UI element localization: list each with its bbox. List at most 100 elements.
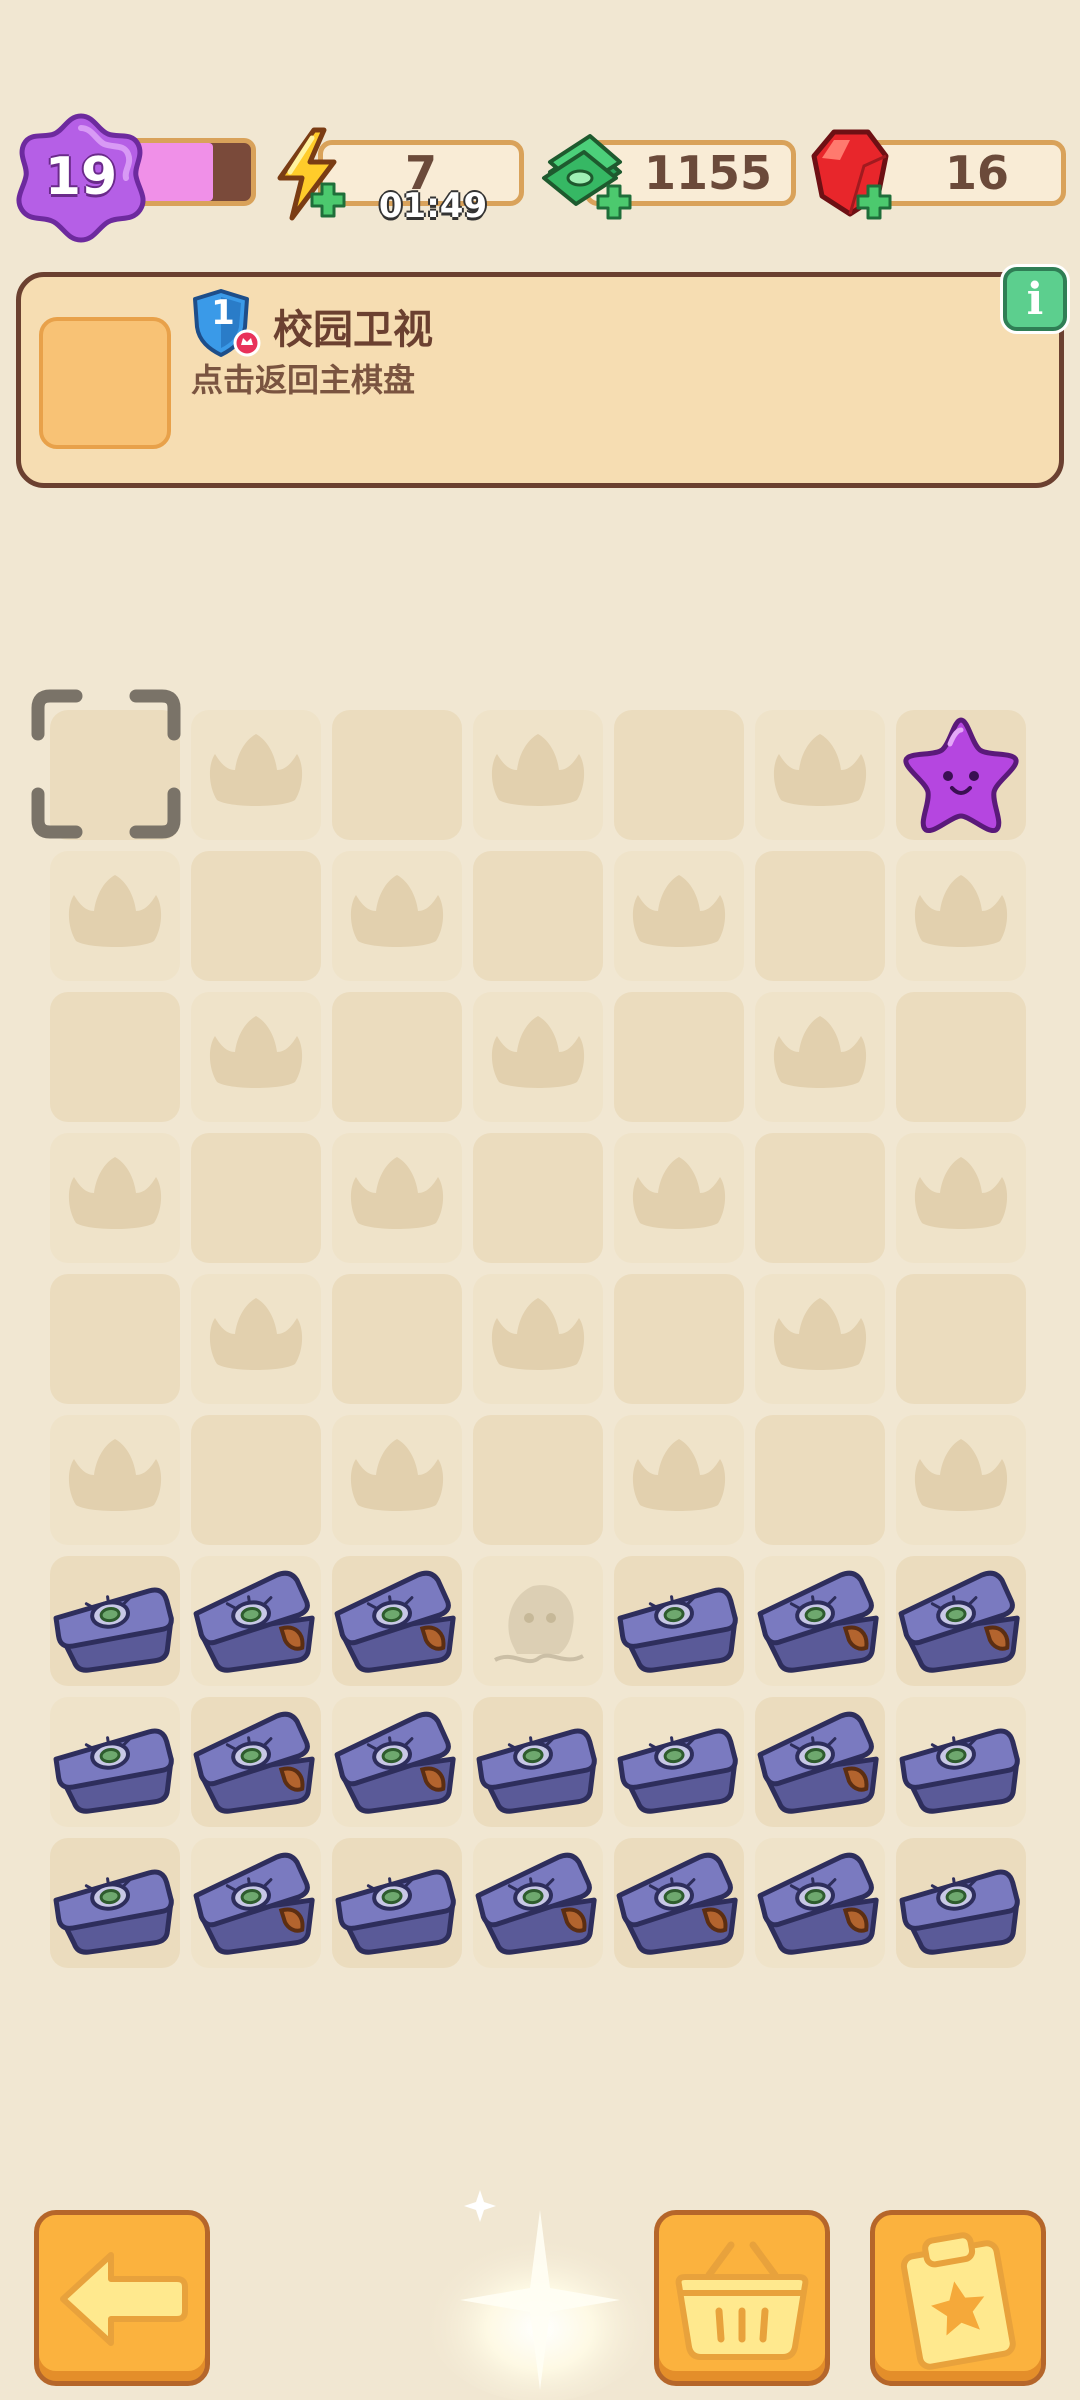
board-cell-chest[interactable] bbox=[896, 1697, 1026, 1827]
board-cell-locked[interactable] bbox=[191, 992, 321, 1122]
board-cell-empty[interactable] bbox=[473, 1415, 603, 1545]
board-cell-locked[interactable] bbox=[332, 1415, 462, 1545]
board-cell-empty[interactable] bbox=[473, 851, 603, 981]
board-cell-chest[interactable] bbox=[191, 1697, 321, 1827]
open-eye-chest-icon[interactable] bbox=[191, 1697, 321, 1827]
board-cell-chest[interactable] bbox=[896, 1838, 1026, 1968]
board-cell-locked[interactable] bbox=[896, 1415, 1026, 1545]
crown-silhouette-icon bbox=[68, 1439, 162, 1511]
board-cell-chest[interactable] bbox=[896, 1556, 1026, 1686]
board-cell-chest[interactable] bbox=[755, 1697, 885, 1827]
board-cell-locked[interactable] bbox=[614, 851, 744, 981]
board-cell-locked[interactable] bbox=[755, 1274, 885, 1404]
board-cell-locked[interactable] bbox=[614, 1133, 744, 1263]
board-cell-chest[interactable] bbox=[191, 1556, 321, 1686]
eye-chest-icon[interactable] bbox=[614, 1556, 744, 1686]
purple-star-jelly-icon[interactable] bbox=[896, 710, 1026, 840]
board-cell-chest[interactable] bbox=[191, 1838, 321, 1968]
eye-chest-icon[interactable] bbox=[332, 1838, 462, 1968]
crown-silhouette-icon bbox=[491, 1016, 585, 1088]
basket-button[interactable] bbox=[654, 2210, 830, 2386]
board-cell-locked[interactable] bbox=[332, 851, 462, 981]
board-cell-chest[interactable] bbox=[614, 1838, 744, 1968]
open-eye-chest-icon[interactable] bbox=[755, 1838, 885, 1968]
board-cell-chest[interactable] bbox=[50, 1838, 180, 1968]
board-cell-empty[interactable] bbox=[896, 992, 1026, 1122]
board-cell-chest[interactable] bbox=[755, 1838, 885, 1968]
board-cell-empty[interactable] bbox=[614, 1274, 744, 1404]
faded-creature-icon[interactable] bbox=[473, 1556, 603, 1686]
add-energy-icon[interactable] bbox=[308, 180, 348, 220]
open-eye-chest-icon[interactable] bbox=[755, 1556, 885, 1686]
board-cell-empty[interactable] bbox=[614, 992, 744, 1122]
board-cell-locked[interactable] bbox=[755, 710, 885, 840]
crown-silhouette-icon bbox=[632, 1439, 726, 1511]
board-cell-empty[interactable] bbox=[50, 992, 180, 1122]
task-panel[interactable]: 1 校园卫视 点击返回主棋盘 i bbox=[16, 267, 1067, 488]
eye-chest-icon[interactable] bbox=[50, 1697, 180, 1827]
board-cell-empty[interactable] bbox=[614, 710, 744, 840]
open-eye-chest-icon[interactable] bbox=[191, 1556, 321, 1686]
board-cell-empty[interactable] bbox=[191, 1415, 321, 1545]
eye-chest-icon[interactable] bbox=[896, 1697, 1026, 1827]
eye-chest-icon[interactable] bbox=[896, 1838, 1026, 1968]
add-gems-icon[interactable] bbox=[854, 182, 894, 222]
board-cell-empty[interactable] bbox=[332, 992, 462, 1122]
board-cell-empty[interactable] bbox=[755, 1415, 885, 1545]
board-cell-chest[interactable] bbox=[755, 1556, 885, 1686]
open-eye-chest-icon[interactable] bbox=[896, 1556, 1026, 1686]
open-eye-chest-icon[interactable] bbox=[473, 1838, 603, 1968]
open-eye-chest-icon[interactable] bbox=[614, 1838, 744, 1968]
board-cell-locked[interactable] bbox=[614, 1415, 744, 1545]
eye-chest-icon[interactable] bbox=[473, 1697, 603, 1827]
info-button[interactable]: i bbox=[1003, 267, 1067, 331]
board-cell-locked[interactable] bbox=[191, 1274, 321, 1404]
crown-silhouette-icon bbox=[350, 1157, 444, 1229]
add-cash-icon[interactable] bbox=[594, 182, 634, 222]
board-cell-locked[interactable] bbox=[896, 851, 1026, 981]
board-cell-chest[interactable] bbox=[614, 1556, 744, 1686]
board-cell-chest[interactable] bbox=[332, 1697, 462, 1827]
board-cell-locked[interactable] bbox=[755, 992, 885, 1122]
back-button[interactable] bbox=[34, 2210, 210, 2386]
board-cell-locked[interactable] bbox=[473, 710, 603, 840]
open-eye-chest-icon[interactable] bbox=[332, 1697, 462, 1827]
eye-chest-icon[interactable] bbox=[614, 1697, 744, 1827]
board-cell-chest[interactable] bbox=[614, 1697, 744, 1827]
board-cell-empty[interactable] bbox=[473, 1133, 603, 1263]
clipboard-star-icon bbox=[900, 2232, 1016, 2370]
board-cell-empty[interactable] bbox=[896, 1274, 1026, 1404]
board-cell-empty[interactable] bbox=[332, 1274, 462, 1404]
board-cell-chest[interactable] bbox=[332, 1556, 462, 1686]
board-cell-empty[interactable] bbox=[50, 1274, 180, 1404]
open-eye-chest-icon[interactable] bbox=[332, 1556, 462, 1686]
crown-silhouette-icon bbox=[68, 875, 162, 947]
board-cell-chest[interactable] bbox=[473, 1697, 603, 1827]
board-cell-locked[interactable] bbox=[473, 992, 603, 1122]
board-cell-locked[interactable] bbox=[332, 1133, 462, 1263]
eye-chest-icon[interactable] bbox=[50, 1556, 180, 1686]
board-cell-locked[interactable] bbox=[50, 1133, 180, 1263]
eye-chest-icon[interactable] bbox=[50, 1838, 180, 1968]
open-eye-chest-icon[interactable] bbox=[755, 1697, 885, 1827]
task-list-button[interactable] bbox=[870, 2210, 1046, 2386]
board-cell-empty[interactable] bbox=[191, 851, 321, 981]
board-cell-chest[interactable] bbox=[50, 1697, 180, 1827]
board-cell-locked[interactable] bbox=[896, 1133, 1026, 1263]
board-cell-star-jelly[interactable] bbox=[896, 710, 1026, 840]
board-cell-locked[interactable] bbox=[50, 851, 180, 981]
board-cell-chest[interactable] bbox=[332, 1838, 462, 1968]
board-cell-empty[interactable] bbox=[191, 1133, 321, 1263]
board-cell-chest[interactable] bbox=[50, 1556, 180, 1686]
board-cell-empty[interactable] bbox=[755, 1133, 885, 1263]
board-cell-locked[interactable] bbox=[473, 1274, 603, 1404]
board-cell-chest[interactable] bbox=[473, 1838, 603, 1968]
board-cell-ghost[interactable] bbox=[473, 1556, 603, 1686]
board-cell-empty[interactable] bbox=[332, 710, 462, 840]
board-cell-locked[interactable] bbox=[50, 1415, 180, 1545]
open-eye-chest-icon[interactable] bbox=[191, 1838, 321, 1968]
task-thumbnail bbox=[39, 317, 171, 449]
board-cell-empty[interactable] bbox=[755, 851, 885, 981]
board-cell-locked[interactable] bbox=[191, 710, 321, 840]
basket-icon bbox=[675, 2241, 809, 2360]
